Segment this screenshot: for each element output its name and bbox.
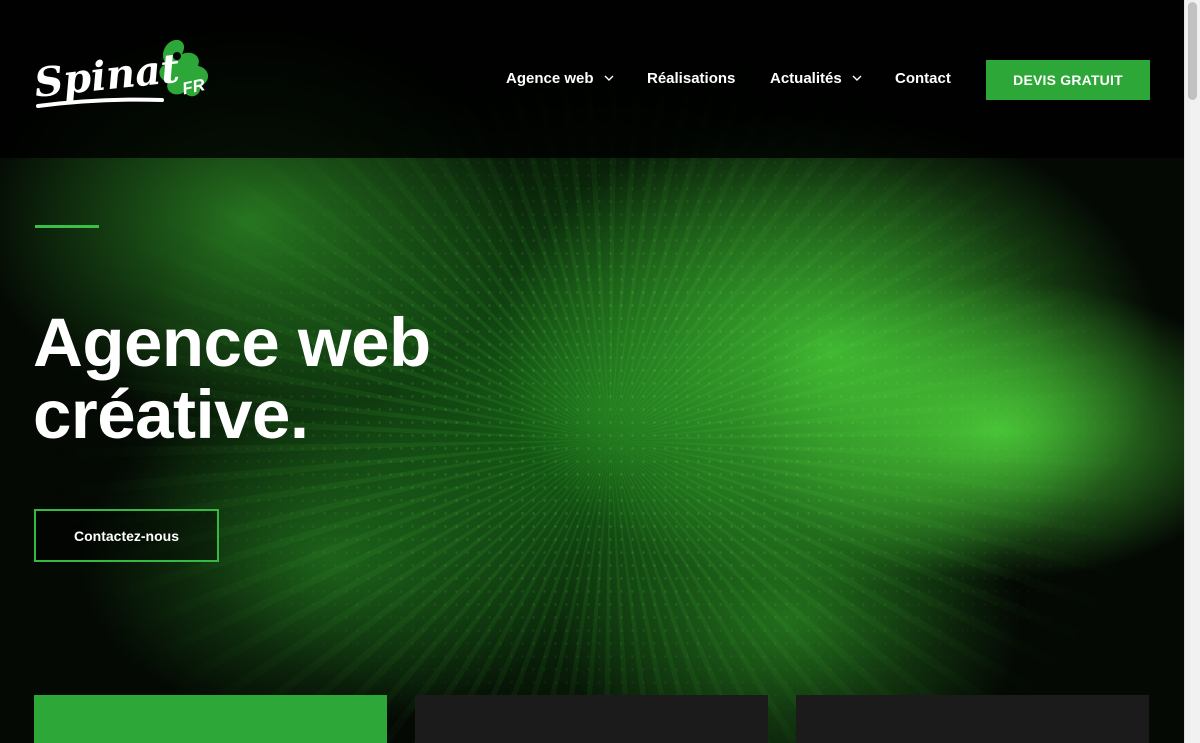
nav-item-actualites[interactable]: Actualités bbox=[770, 66, 862, 90]
site-logo[interactable]: FR Spinat bbox=[30, 36, 215, 126]
feature-card-1 bbox=[34, 695, 387, 743]
hero-title-line-2: créative. bbox=[33, 376, 309, 453]
logo-suffix: FR bbox=[181, 75, 208, 98]
nav-item-label: Actualités bbox=[770, 69, 842, 87]
spinat-logo-graphic: FR Spinat bbox=[32, 39, 209, 108]
feature-card-2 bbox=[415, 695, 768, 743]
hero-title: Agence web créative. bbox=[33, 307, 673, 451]
chevron-down-icon bbox=[604, 75, 614, 81]
nav-item-label: Contact bbox=[895, 69, 951, 87]
accent-divider bbox=[35, 225, 99, 228]
hero-title-line-1: Agence web bbox=[33, 304, 431, 381]
page-scrollbar[interactable] bbox=[1184, 0, 1200, 743]
scrollbar-thumb[interactable] bbox=[1188, 2, 1197, 100]
feature-card-3 bbox=[796, 695, 1149, 743]
chevron-down-icon bbox=[852, 75, 862, 81]
nav-item-agence-web[interactable]: Agence web bbox=[506, 66, 614, 90]
site-header: FR Spinat Agence web Réalisations Actual… bbox=[0, 0, 1184, 158]
logo-wordmark: Spinat bbox=[32, 45, 182, 107]
nav-item-label: Agence web bbox=[506, 69, 594, 87]
free-quote-button[interactable]: DEVIS GRATUIT bbox=[986, 60, 1150, 100]
page: FR Spinat Agence web Réalisations Actual… bbox=[0, 0, 1184, 743]
nav-item-label: Réalisations bbox=[647, 69, 736, 87]
nav-item-contact[interactable]: Contact bbox=[895, 66, 951, 90]
nav-item-realisations[interactable]: Réalisations bbox=[647, 66, 735, 90]
contact-us-button[interactable]: Contactez-nous bbox=[34, 509, 219, 562]
